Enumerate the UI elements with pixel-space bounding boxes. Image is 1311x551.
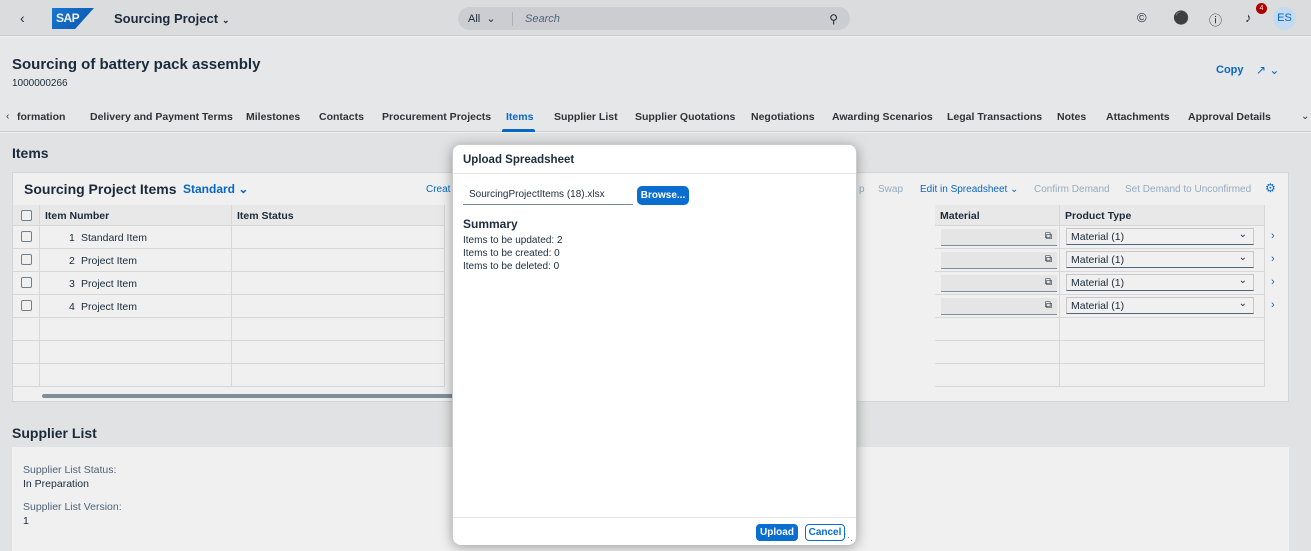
- summary-created: Items to be created: 0: [463, 248, 560, 259]
- dialog-footer: Upload Cancel ⋱: [453, 517, 856, 545]
- summary-updated: Items to be updated: 2: [463, 235, 563, 246]
- resize-handle-icon[interactable]: ⋱: [844, 532, 853, 543]
- dialog-divider: [453, 173, 856, 174]
- cancel-button[interactable]: Cancel: [805, 524, 845, 541]
- browse-button[interactable]: Browse...: [637, 186, 689, 205]
- dialog-title: Upload Spreadsheet: [463, 154, 575, 166]
- file-name-field[interactable]: SourcingProjectItems (18).xlsx: [463, 186, 633, 205]
- summary-title: Summary: [463, 217, 518, 231]
- upload-spreadsheet-dialog: Upload Spreadsheet SourcingProjectItems …: [452, 144, 857, 545]
- upload-button[interactable]: Upload: [756, 524, 798, 541]
- summary-deleted: Items to be deleted: 0: [463, 261, 560, 272]
